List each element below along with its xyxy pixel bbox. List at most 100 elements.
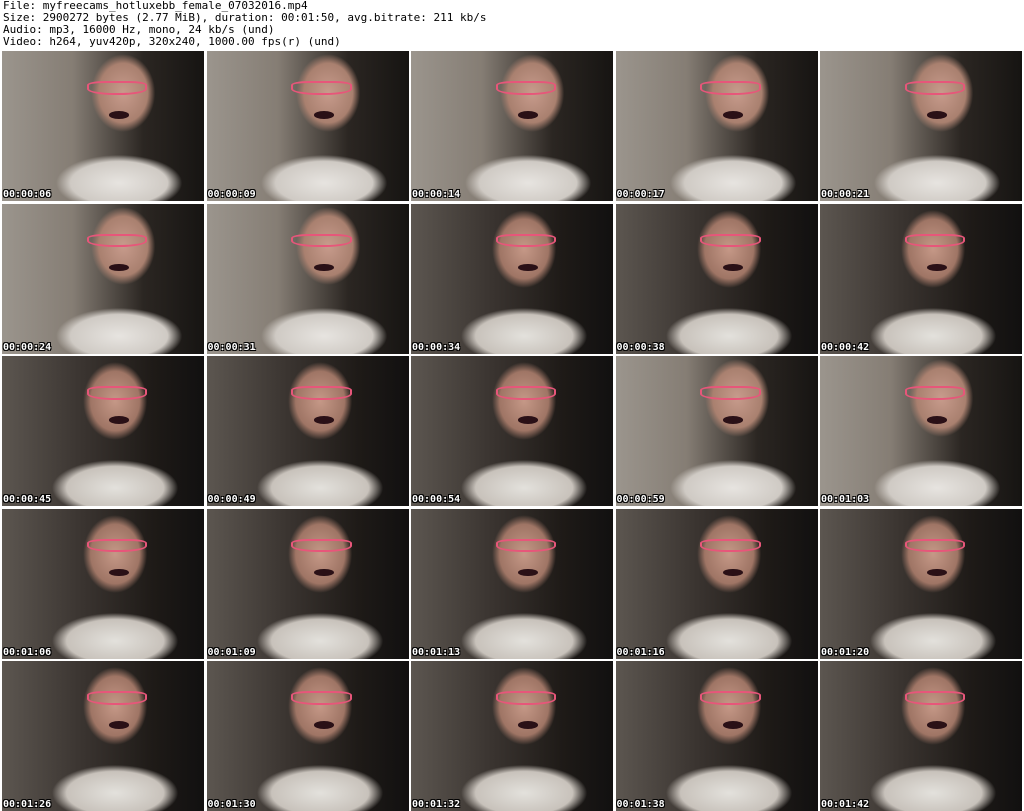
video-thumbnail: 00:00:06 [2,51,204,201]
video-thumbnail: 00:00:59 [615,356,818,506]
lips-shape [109,416,130,424]
thumbnail-timestamp: 00:00:06 [3,189,52,200]
file-size-line: Size: 2900272 bytes (2.77 MiB), duration… [3,12,487,24]
video-thumbnail: 00:01:30 [206,661,409,811]
lips-shape [313,416,334,424]
lips-shape [927,263,948,271]
thumbnail-timestamp: 00:01:06 [3,646,52,658]
glasses-shape [291,81,352,95]
glasses-shape [291,691,352,705]
lips-shape [518,416,539,424]
glasses-shape [904,81,966,95]
thumbnail-timestamp: 00:01:16 [616,646,665,658]
lips-shape [313,111,334,119]
video-thumbnail: 00:00:09 [206,51,409,201]
lips-shape [518,111,539,119]
lips-shape [313,721,334,729]
video-thumbnail: 00:00:14 [411,51,613,201]
video-thumbnail: 00:01:20 [820,508,1022,659]
lips-shape [109,721,130,729]
video-thumbnail: 00:01:26 [2,661,204,811]
thumbnail-timestamp: 00:01:03 [821,494,870,505]
glasses-shape [700,538,761,552]
thumbnail-timestamp: 00:01:30 [207,799,256,810]
thumbnail-timestamp: 00:00:21 [821,189,870,200]
glasses-shape [86,386,148,400]
lips-shape [313,568,334,576]
video-info-line: Video: h264, yuv420p, 320x240, 1000.00 f… [3,36,341,48]
thumbnail-timestamp: 00:01:32 [412,799,461,810]
video-thumbnail: 00:01:16 [615,508,818,659]
glasses-shape [495,691,557,705]
video-thumbnail: 00:00:54 [411,356,613,506]
lips-shape [927,416,948,424]
glasses-shape [86,538,148,552]
thumbnail-timestamp: 00:00:31 [207,341,256,353]
lips-shape [927,568,948,576]
thumbnail-timestamp: 00:01:20 [821,646,870,658]
glasses-shape [86,233,148,247]
lips-shape [518,263,539,271]
video-thumbnail: 00:00:31 [206,203,409,354]
lips-shape [109,111,130,119]
video-thumbnail: 00:00:38 [615,203,818,354]
video-thumbnail: 00:01:03 [820,356,1022,506]
thumbnail-timestamp: 00:01:38 [616,799,665,810]
video-thumbnail: 00:00:42 [820,203,1022,354]
lips-shape [109,568,130,576]
thumbnail-timestamp: 00:00:59 [616,494,665,505]
thumbnail-timestamp: 00:00:45 [3,494,52,505]
audio-info-line: Audio: mp3, 16000 Hz, mono, 24 kb/s (und… [3,24,275,36]
video-thumbnail: 00:00:17 [615,51,818,201]
glasses-shape [495,538,557,552]
video-thumbnail: 00:00:49 [206,356,409,506]
video-thumbnail: 00:01:32 [411,661,613,811]
glasses-shape [700,233,761,247]
video-thumbnail: 00:01:09 [206,508,409,659]
video-thumbnail: 00:01:06 [2,508,204,659]
glasses-shape [904,538,966,552]
thumbnail-timestamp: 00:01:09 [207,646,256,658]
glasses-shape [700,81,761,95]
glasses-shape [86,81,148,95]
video-thumbnail: 00:01:42 [820,661,1022,811]
glasses-shape [495,386,557,400]
thumbnail-timestamp: 00:01:26 [3,799,52,810]
glasses-shape [904,691,966,705]
thumbnail-timestamp: 00:00:24 [3,341,52,353]
glasses-shape [495,81,557,95]
lips-shape [722,568,743,576]
glasses-shape [904,233,966,247]
video-thumbnail: 00:00:24 [2,203,204,354]
lips-shape [722,111,743,119]
thumbnail-timestamp: 00:00:14 [412,189,461,200]
glasses-shape [291,233,352,247]
lips-shape [722,263,743,271]
file-name-line: File: myfreecams_hotluxebb_female_070320… [3,0,308,12]
thumbnail-timestamp: 00:00:49 [207,494,256,505]
video-thumbnail: 00:00:21 [820,51,1022,201]
thumbnail-timestamp: 00:00:54 [412,494,461,505]
video-thumbnail: 00:00:34 [411,203,613,354]
glasses-shape [700,386,761,400]
glasses-shape [291,538,352,552]
glasses-shape [700,691,761,705]
thumbnail-grid: 00:00:06 00:00:09 00:00:14 00:00:17 00:00:21… [2,51,1022,811]
thumbnail-timestamp: 00:01:13 [412,646,461,658]
lips-shape [518,721,539,729]
lips-shape [722,721,743,729]
lips-shape [313,263,334,271]
lips-shape [722,416,743,424]
lips-shape [109,263,130,271]
thumbnail-timestamp: 00:00:09 [207,189,256,200]
video-thumbnail: 00:01:38 [615,661,818,811]
lips-shape [927,721,948,729]
glasses-shape [904,386,966,400]
video-thumbnail: 00:00:45 [2,356,204,506]
thumbnail-timestamp: 00:00:17 [616,189,665,200]
thumbnail-timestamp: 00:00:38 [616,341,665,353]
glasses-shape [291,386,352,400]
file-info-header: File: myfreecams_hotluxebb_female_070320… [3,0,1021,50]
lips-shape [927,111,948,119]
thumbnail-timestamp: 00:00:42 [821,341,870,353]
